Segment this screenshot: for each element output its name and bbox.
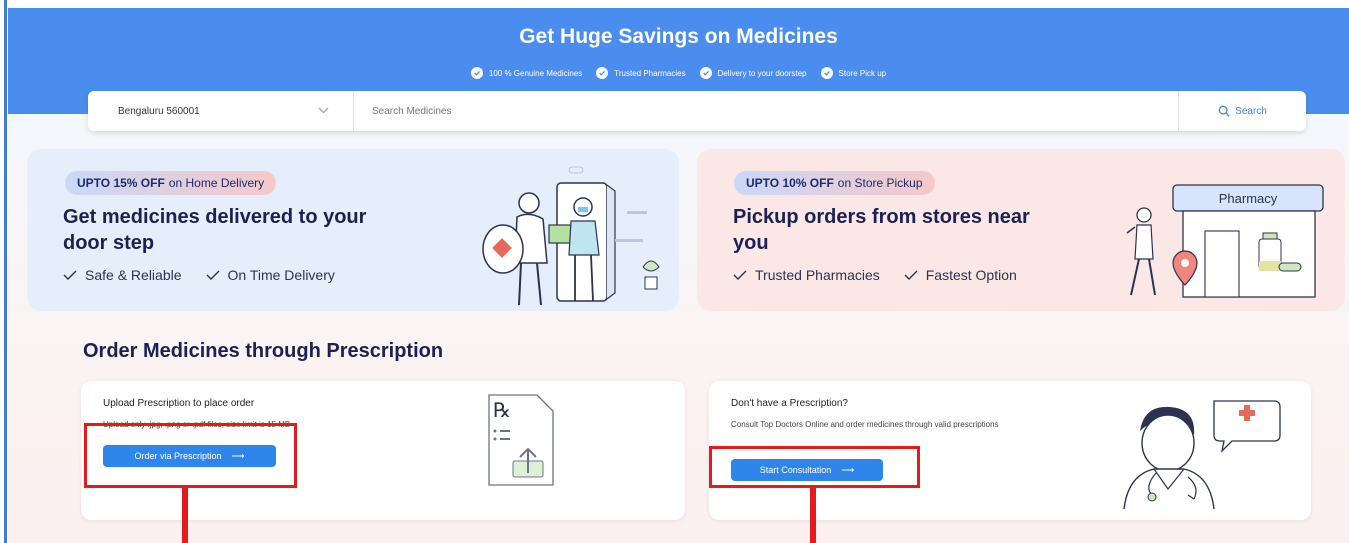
discount-badge-bold: UPTO 10% OFF bbox=[746, 176, 834, 190]
store-pickup-offer-card[interactable]: UPTO 10% OFF on Store Pickup Pickup orde… bbox=[697, 149, 1345, 311]
search-bar: Bengaluru 560001 Search bbox=[88, 91, 1306, 131]
feature-label: Delivery to your doorstep bbox=[717, 68, 807, 78]
check-circle-icon bbox=[820, 67, 833, 79]
highlight-pointer-prescription bbox=[182, 488, 188, 543]
doctor-illustration bbox=[1123, 400, 1281, 510]
home-delivery-offer-card[interactable]: UPTO 15% OFF on Home Delivery Get medici… bbox=[27, 149, 679, 311]
pharmacy-illustration: Pharmacy bbox=[1126, 184, 1324, 298]
card-title: Don't have a Prescription? bbox=[731, 398, 848, 409]
location-selector[interactable]: Bengaluru 560001 bbox=[88, 91, 354, 131]
offer-point-label: On Time Delivery bbox=[227, 267, 335, 283]
search-icon bbox=[1218, 105, 1230, 117]
pharmacy-sign: Pharmacy bbox=[1219, 191, 1278, 206]
discount-badge: UPTO 15% OFF on Home Delivery bbox=[65, 171, 277, 195]
offer-point: On Time Delivery bbox=[206, 267, 335, 283]
check-icon bbox=[904, 270, 918, 280]
card-description: Consult Top Doctors Online and order med… bbox=[731, 420, 999, 429]
offer-point: Fastest Option bbox=[904, 267, 1017, 283]
feature-label: Trusted Pharmacies bbox=[614, 68, 686, 78]
feature-item: Trusted Pharmacies bbox=[596, 67, 686, 79]
feature-label: 100 % Genuine Medicines bbox=[488, 68, 583, 78]
location-label: Bengaluru 560001 bbox=[118, 105, 200, 117]
feature-list: 100 % Genuine Medicines Trusted Pharmaci… bbox=[8, 67, 1349, 79]
discount-badge-text: on Store Pickup bbox=[837, 176, 923, 190]
check-icon bbox=[63, 270, 77, 280]
highlight-box-consultation bbox=[709, 446, 920, 488]
check-icon bbox=[733, 270, 747, 280]
feature-item: Delivery to your doorstep bbox=[699, 67, 807, 79]
check-icon bbox=[206, 270, 220, 280]
card-title: Upload Prescription to place order bbox=[103, 398, 255, 409]
check-circle-icon bbox=[699, 67, 712, 79]
search-button-label: Search bbox=[1235, 105, 1267, 117]
delivery-illustration bbox=[482, 166, 660, 306]
search-medicines-input[interactable] bbox=[354, 91, 1178, 131]
feature-item: Store Pick up bbox=[820, 67, 887, 79]
offer-point-label: Fastest Option bbox=[925, 267, 1017, 283]
highlight-pointer-consultation bbox=[810, 488, 816, 543]
discount-badge-bold: UPTO 15% OFF bbox=[77, 176, 165, 190]
offer-headline: Get medicines delivered to your door ste… bbox=[63, 206, 367, 254]
page-left-border bbox=[4, 0, 7, 543]
offer-points: Safe & Reliable On Time Delivery bbox=[63, 267, 335, 283]
offer-point: Safe & Reliable bbox=[63, 267, 182, 283]
feature-item: 100 % Genuine Medicines bbox=[470, 67, 583, 79]
highlight-box-prescription bbox=[84, 423, 297, 488]
offer-point-label: Safe & Reliable bbox=[85, 267, 182, 283]
discount-badge-text: on Home Delivery bbox=[168, 176, 265, 190]
check-circle-icon bbox=[596, 67, 609, 79]
banner-title: Get Huge Savings on Medicines bbox=[519, 25, 838, 48]
offer-points: Trusted Pharmacies Fastest Option bbox=[733, 267, 1017, 283]
discount-badge: UPTO 10% OFF on Store Pickup bbox=[734, 171, 935, 195]
offer-point: Trusted Pharmacies bbox=[733, 267, 880, 283]
page-frame: Get Huge Savings on Medicines 100 % Genu… bbox=[0, 0, 1349, 543]
feature-label: Store Pick up bbox=[838, 68, 887, 78]
prescription-document-icon: ℞ bbox=[488, 394, 554, 486]
offer-headline: Pickup orders from stores near you bbox=[733, 206, 1030, 254]
rx-symbol: ℞ bbox=[493, 398, 511, 422]
check-circle-icon bbox=[470, 67, 483, 79]
prescription-section-title: Order Medicines through Prescription bbox=[83, 340, 444, 362]
chevron-down-icon bbox=[318, 106, 329, 117]
offer-point-label: Trusted Pharmacies bbox=[755, 267, 880, 283]
search-button[interactable]: Search bbox=[1178, 91, 1306, 131]
